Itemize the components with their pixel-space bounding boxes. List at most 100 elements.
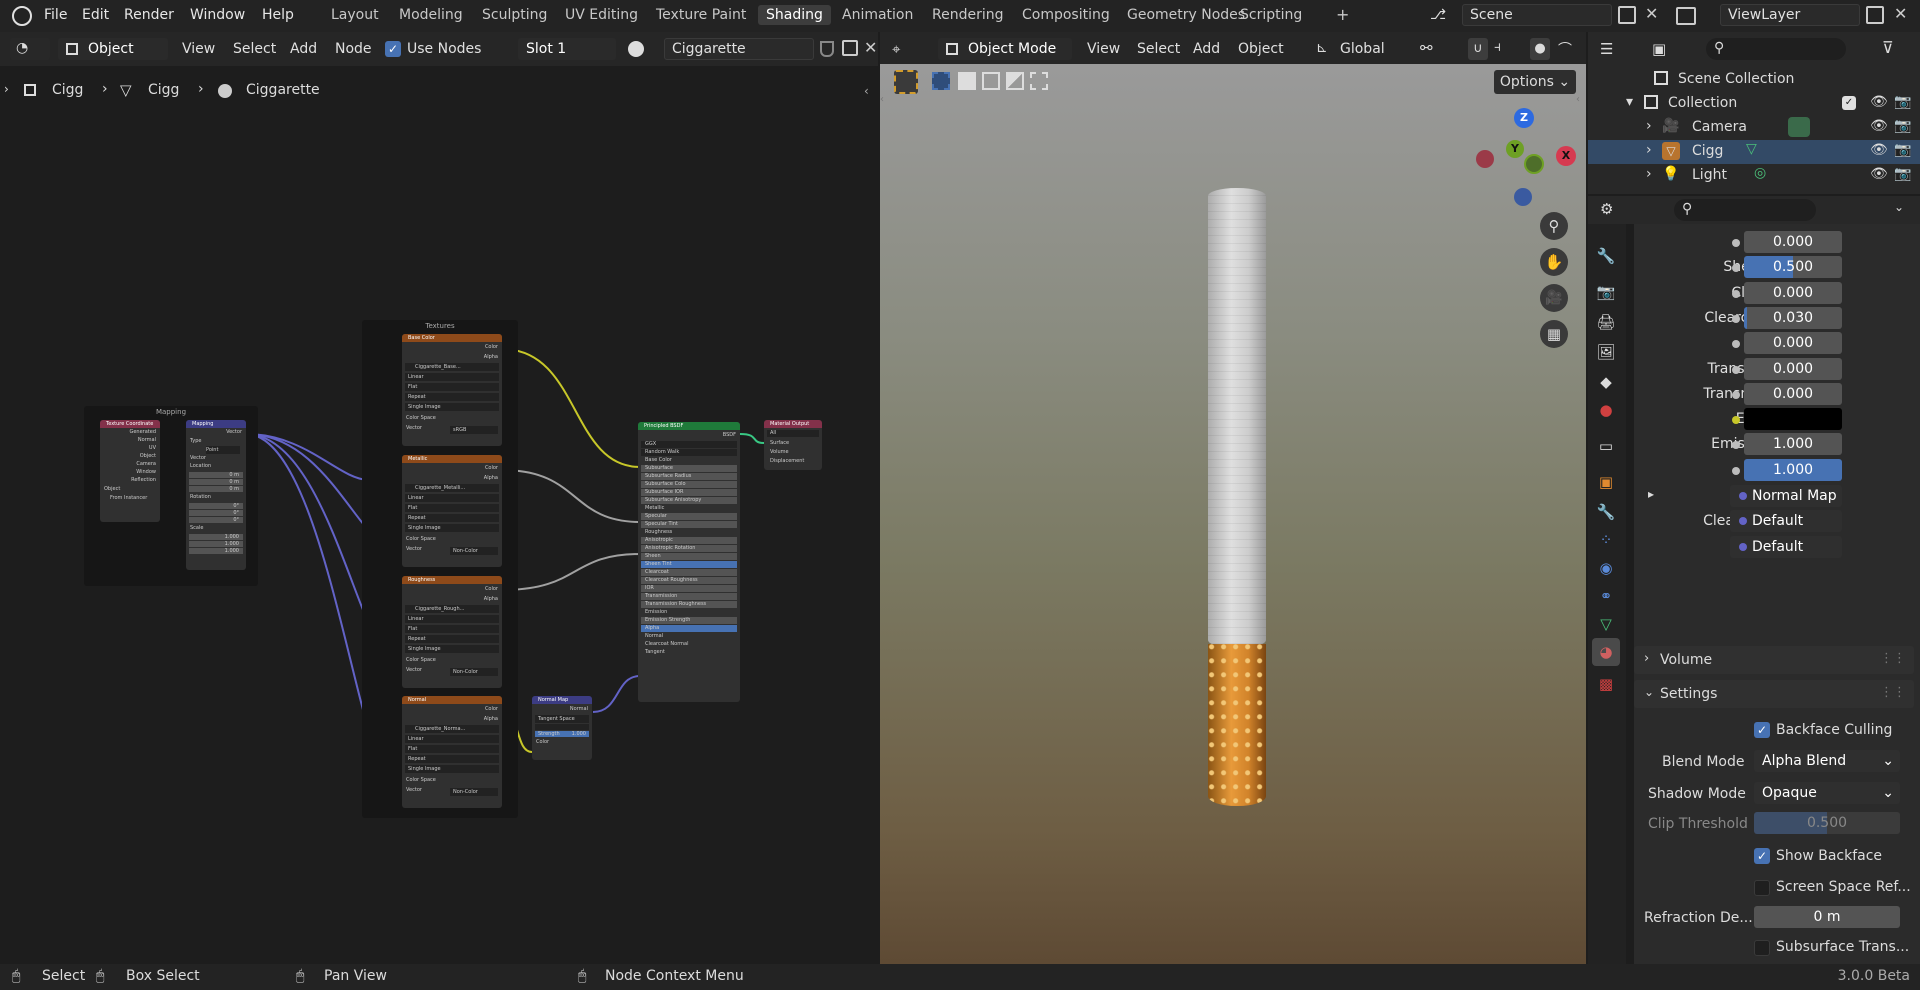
viewport-menu-select[interactable]: Select xyxy=(1137,41,1180,57)
expand-arrow-icon[interactable]: ▾ xyxy=(1626,94,1633,110)
image-texture-node[interactable]: Normal Color Alpha Ciggarette_Norma... Linea… xyxy=(402,696,502,808)
clip-threshold-field[interactable]: 0.500 xyxy=(1754,812,1900,834)
render-camera-icon[interactable]: 📷 xyxy=(1894,166,1911,182)
emission-field[interactable] xyxy=(1744,408,1842,431)
properties-search-input[interactable]: ⚲ xyxy=(1674,199,1816,221)
editor-type-button[interactable]: ◔ xyxy=(10,38,50,60)
viewport-menu-object[interactable]: Object xyxy=(1238,41,1284,57)
properties-editor-icon[interactable]: ⚙ xyxy=(1600,200,1613,218)
sheen-tint-field[interactable]: 0.500 xyxy=(1744,256,1842,279)
bsdf-row[interactable]: Emission Strength xyxy=(641,617,737,624)
nm-space[interactable]: Tangent Space xyxy=(535,715,589,723)
x-axis-icon[interactable]: X xyxy=(1556,146,1576,166)
bsdf-row[interactable]: Anisotropic xyxy=(641,537,737,544)
object-dropdown[interactable]: Object xyxy=(58,38,168,60)
tab-geometry-nodes[interactable]: Geometry Nodes xyxy=(1127,7,1245,23)
scene-tab-icon[interactable]: ◆ xyxy=(1596,372,1616,392)
socket-dot-icon[interactable] xyxy=(1732,289,1740,298)
sidebar-toggle-icon[interactable]: ‹ xyxy=(864,84,869,98)
output-tab-icon[interactable]: 🖨 xyxy=(1596,312,1616,332)
menu-file[interactable]: File xyxy=(44,7,67,23)
modifier-tab-icon[interactable]: 🔧 xyxy=(1596,502,1616,522)
mapping-loc-z[interactable]: 0 m xyxy=(189,486,243,492)
blend-mode-dropdown[interactable]: Alpha Blend ⌄ xyxy=(1754,750,1900,772)
tex-extension[interactable]: Repeat xyxy=(405,635,499,643)
select-subtract-icon[interactable] xyxy=(982,72,1000,90)
falloff-icon[interactable]: ⌒ xyxy=(1558,39,1572,59)
filter-icon[interactable]: ⊽ xyxy=(1882,38,1894,57)
visibility-eye-icon[interactable]: 👁 xyxy=(1870,142,1888,158)
node-menu-add[interactable]: Add xyxy=(290,41,317,57)
bsdf-row[interactable]: Anisotropic Rotation xyxy=(641,545,737,552)
node-menu-node[interactable]: Node xyxy=(335,41,372,57)
cigarette-filter[interactable] xyxy=(1208,644,1266,806)
tex-image-name[interactable]: Ciggarette_Rough... xyxy=(405,605,499,613)
tab-compositing[interactable]: Compositing xyxy=(1022,7,1110,23)
clearcoat-field[interactable]: 0.000 xyxy=(1744,281,1842,304)
neg-x-axis-icon[interactable] xyxy=(1476,150,1494,168)
scene-field[interactable]: Scene xyxy=(1462,4,1612,26)
pan-hand-icon[interactable]: ✋ xyxy=(1540,248,1568,276)
bsdf-row[interactable]: Sheen Tint xyxy=(641,561,737,568)
select-intersect-icon[interactable] xyxy=(1030,72,1048,90)
options-button[interactable]: Options ⌄ xyxy=(1494,70,1576,94)
normal-map-node[interactable]: Normal Map Normal Tangent Space Strength… xyxy=(532,696,592,760)
socket-dot-icon[interactable] xyxy=(1732,239,1740,247)
select-invert-icon[interactable] xyxy=(1006,72,1024,90)
new-view-layer-icon[interactable] xyxy=(1866,6,1884,24)
display-mode-icon[interactable]: ▣ xyxy=(1652,40,1666,58)
snap-target-icon[interactable]: ⫞ xyxy=(1494,39,1501,55)
bsdf-row[interactable]: IOR xyxy=(641,585,737,592)
snap-icon[interactable]: ∪ xyxy=(1468,38,1488,60)
tex-source[interactable]: Single Image xyxy=(405,765,499,773)
tool-tab-icon[interactable]: 🔧 xyxy=(1596,246,1616,266)
world-tab-icon[interactable]: ● xyxy=(1596,400,1616,420)
view-layer-field[interactable]: ViewLayer xyxy=(1720,4,1860,26)
tex-source[interactable]: Single Image xyxy=(405,524,499,532)
image-texture-node[interactable]: Base Color Color Alpha Ciggarette_Base... Li… xyxy=(402,334,502,446)
subsurface-translucency-checkbox[interactable] xyxy=(1754,940,1770,956)
texture-tab-icon[interactable]: ▩ xyxy=(1596,674,1616,694)
mode-dropdown[interactable]: Object Mode xyxy=(938,38,1072,60)
bsdf-row[interactable]: Tangent xyxy=(641,649,737,656)
physics-tab-icon[interactable]: ◉ xyxy=(1596,558,1616,578)
duplicate-material-icon[interactable] xyxy=(842,40,858,56)
material-tab-icon[interactable]: ◕ xyxy=(1592,638,1620,666)
bsdf-row[interactable]: Metallic xyxy=(641,505,737,512)
drag-handle-icon[interactable]: ⋮⋮ xyxy=(1880,685,1906,700)
outliner-editor-icon[interactable]: ☰ xyxy=(1600,40,1613,58)
3d-viewport[interactable]: Options ⌄ Z Y X ⚲ ✋ 🎥 ▦ ‹ ‹ xyxy=(880,64,1586,964)
mapping-scl-y[interactable]: 1.000 xyxy=(189,541,243,547)
render-camera-icon[interactable]: 📷 xyxy=(1894,142,1911,158)
bsdf-row[interactable]: Emission xyxy=(641,609,737,616)
bsdf-row[interactable]: Subsurface IOR xyxy=(641,489,737,496)
slot-dropdown[interactable]: Slot 1 xyxy=(518,38,616,60)
tex-extension[interactable]: Repeat xyxy=(405,755,499,763)
select-new-icon[interactable] xyxy=(932,72,950,90)
fake-user-icon[interactable] xyxy=(820,41,834,57)
bsdf-row[interactable]: Random Walk xyxy=(641,449,737,456)
tex-projection[interactable]: Flat xyxy=(405,745,499,753)
view-layer-icon[interactable] xyxy=(1676,7,1696,25)
camera-view-icon[interactable]: 🎥 xyxy=(1540,284,1568,312)
expand-arrow-icon[interactable]: ▸ xyxy=(1648,487,1654,501)
clearcoat-normal-link-field[interactable]: Default xyxy=(1730,510,1842,533)
visibility-eye-icon[interactable]: 👁 xyxy=(1870,166,1888,182)
bsdf-row[interactable]: Clearcoat Normal xyxy=(641,641,737,648)
tex-image-name[interactable]: Ciggarette_Norma... xyxy=(405,725,499,733)
bsdf-row[interactable]: Alpha xyxy=(641,625,737,632)
tool-select-icon[interactable] xyxy=(894,70,918,94)
unlink-material-icon[interactable]: ✕ xyxy=(864,38,877,57)
use-nodes-checkbox[interactable]: ✓ xyxy=(385,41,401,57)
material-output-node[interactable]: Material Output All Surface Volume Displ… xyxy=(764,420,822,470)
clearcoat-roughness-field[interactable]: 0.030 xyxy=(1744,306,1842,329)
tex-projection[interactable]: Flat xyxy=(405,625,499,633)
bsdf-row[interactable]: Subsurface Colo xyxy=(641,481,737,488)
mapping-loc-x[interactable]: 0 m xyxy=(189,472,243,478)
mapping-rot-x[interactable]: 0° xyxy=(189,503,243,509)
expand-arrow-icon[interactable]: › xyxy=(1646,142,1652,158)
select-extend-icon[interactable] xyxy=(958,72,976,90)
bsdf-row[interactable]: Roughness xyxy=(641,529,737,536)
mapping-loc-y[interactable]: 0 m xyxy=(189,479,243,485)
ortho-toggle-icon[interactable]: ▦ xyxy=(1540,320,1568,348)
